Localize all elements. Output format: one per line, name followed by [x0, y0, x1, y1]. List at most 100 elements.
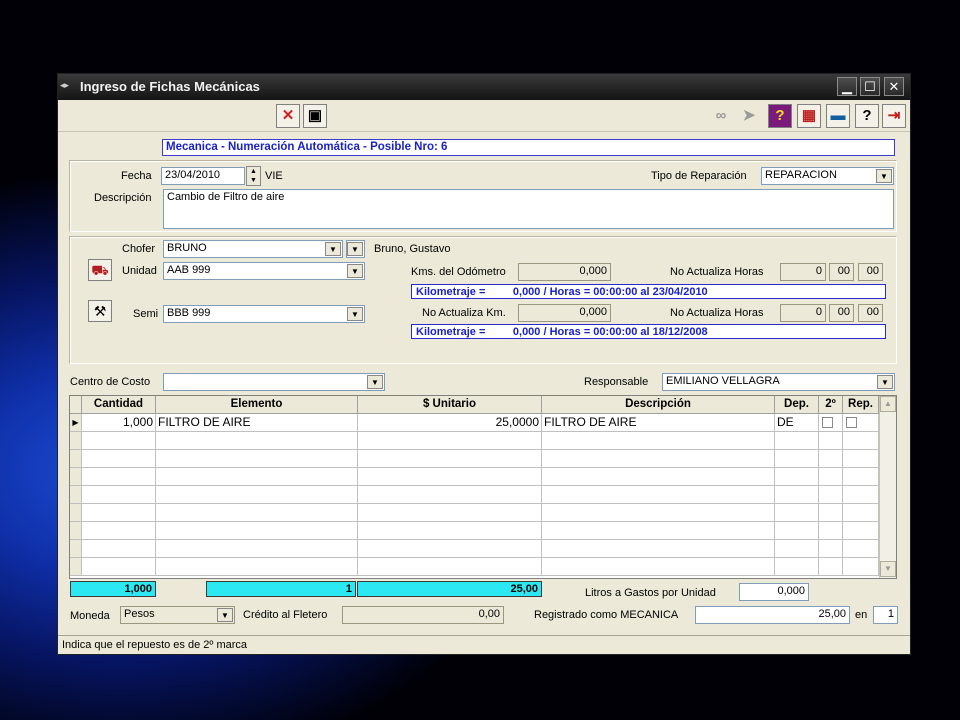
empty-grid-cell[interactable]	[775, 468, 819, 486]
empty-grid-cell[interactable]	[843, 522, 879, 540]
empty-grid-cell[interactable]	[819, 432, 843, 450]
calculator-button[interactable]: ▬	[826, 104, 850, 128]
empty-grid-cell[interactable]	[819, 540, 843, 558]
empty-grid-cell[interactable]	[775, 432, 819, 450]
cell-cantidad[interactable]: 1,000	[82, 414, 156, 432]
empty-grid-cell[interactable]	[542, 540, 775, 558]
horas-semi-m[interactable]: 00	[829, 304, 854, 322]
empty-grid-cell[interactable]	[819, 558, 843, 576]
save-button[interactable]: ▣	[303, 104, 327, 128]
empty-grid-cell[interactable]	[775, 486, 819, 504]
empty-grid-cell[interactable]	[819, 486, 843, 504]
empty-grid-cell[interactable]	[358, 504, 542, 522]
chofer-select[interactable]: BRUNO ▼	[163, 240, 343, 258]
descripcion-input[interactable]: Cambio de Filtro de aire	[163, 189, 894, 229]
rep-checkbox[interactable]	[846, 417, 857, 428]
empty-grid-cell[interactable]	[843, 486, 879, 504]
segunda-marca-checkbox[interactable]	[822, 417, 833, 428]
scroll-up-icon[interactable]: ▲	[880, 396, 896, 412]
minimize-button[interactable]: ▁	[837, 77, 857, 96]
semi-select[interactable]: BBB 999 ▼	[163, 305, 365, 323]
navigate-button[interactable]: ➤	[737, 104, 761, 128]
title-bar[interactable]: ◂▸ Ingreso de Fichas Mecánicas ▁ ☐ ✕	[58, 74, 910, 100]
cell-unitario[interactable]: 25,0000	[358, 414, 542, 432]
empty-grid-cell[interactable]	[843, 468, 879, 486]
empty-grid-cell[interactable]	[819, 504, 843, 522]
empty-grid-cell[interactable]	[775, 540, 819, 558]
empty-grid-cell[interactable]	[82, 468, 156, 486]
fecha-input[interactable]: 23/04/2010	[161, 167, 245, 185]
empty-grid-cell[interactable]	[156, 486, 358, 504]
horas-semi-s[interactable]: 00	[858, 304, 883, 322]
empty-grid-cell[interactable]	[843, 450, 879, 468]
empty-grid-cell[interactable]	[542, 450, 775, 468]
empty-grid-cell[interactable]	[156, 522, 358, 540]
chofer-extra-select[interactable]: ▼	[346, 240, 365, 258]
empty-grid-cell[interactable]	[156, 558, 358, 576]
empty-grid-cell[interactable]	[82, 522, 156, 540]
litros-input[interactable]: 0,000	[739, 583, 809, 601]
cell-descripcion[interactable]: FILTRO DE AIRE	[542, 414, 775, 432]
scroll-down-icon[interactable]: ▼	[880, 561, 896, 577]
empty-grid-cell[interactable]	[843, 432, 879, 450]
no-actualiza-km-field[interactable]: 0,000	[518, 304, 611, 322]
responsable-select[interactable]: EMILIANO VELLAGRA ▼	[662, 373, 895, 391]
fecha-spinner[interactable]: ▲ ▼	[246, 166, 261, 186]
column-header-dep[interactable]: Dep.	[775, 396, 819, 414]
context-help-button[interactable]: ?	[855, 104, 879, 128]
empty-grid-cell[interactable]	[542, 486, 775, 504]
tipo-reparacion-select[interactable]: REPARACION ▼	[761, 167, 894, 185]
search-button[interactable]: ∞	[709, 104, 733, 128]
kms-odometro-field[interactable]: 0,000	[518, 263, 611, 281]
horas-unidad-s[interactable]: 00	[858, 263, 883, 281]
column-header-cantidad[interactable]: Cantidad	[82, 396, 156, 414]
column-header-segunda-marca[interactable]: 2º	[819, 396, 843, 414]
empty-grid-cell[interactable]	[82, 450, 156, 468]
empty-grid-cell[interactable]	[775, 450, 819, 468]
cell-dep[interactable]: DE	[775, 414, 819, 432]
en-field[interactable]: 1	[873, 606, 898, 624]
horas-unidad-h[interactable]: 0	[780, 263, 826, 281]
empty-grid-cell[interactable]	[819, 522, 843, 540]
horas-unidad-m[interactable]: 00	[829, 263, 854, 281]
centro-costo-select[interactable]: ▼	[163, 373, 385, 391]
grid-scrollbar[interactable]: ▲ ▼	[879, 396, 896, 578]
empty-grid-cell[interactable]	[542, 432, 775, 450]
empty-grid-cell[interactable]	[775, 522, 819, 540]
unidad-lookup-button[interactable]: ⛟	[88, 259, 112, 281]
registrado-field[interactable]: 25,00	[695, 606, 850, 624]
empty-grid-cell[interactable]	[82, 540, 156, 558]
exit-button[interactable]: ⇥	[882, 104, 906, 128]
layout-button[interactable]: ▦	[797, 104, 821, 128]
empty-grid-cell[interactable]	[819, 450, 843, 468]
empty-grid-cell[interactable]	[358, 522, 542, 540]
column-header-elemento[interactable]: Elemento	[156, 396, 358, 414]
empty-grid-cell[interactable]	[82, 486, 156, 504]
empty-grid-cell[interactable]	[358, 486, 542, 504]
empty-grid-cell[interactable]	[358, 540, 542, 558]
empty-grid-cell[interactable]	[775, 558, 819, 576]
empty-grid-cell[interactable]	[542, 468, 775, 486]
empty-grid-cell[interactable]	[843, 504, 879, 522]
empty-grid-cell[interactable]	[82, 558, 156, 576]
empty-grid-cell[interactable]	[358, 468, 542, 486]
empty-grid-cell[interactable]	[156, 450, 358, 468]
unidad-select[interactable]: AAB 999 ▼	[163, 262, 365, 280]
empty-grid-cell[interactable]	[156, 504, 358, 522]
empty-grid-cell[interactable]	[542, 558, 775, 576]
credito-fletero-field[interactable]: 0,00	[342, 606, 504, 624]
empty-grid-cell[interactable]	[82, 504, 156, 522]
empty-grid-cell[interactable]	[542, 522, 775, 540]
empty-grid-cell[interactable]	[843, 558, 879, 576]
empty-grid-cell[interactable]	[156, 432, 358, 450]
empty-grid-cell[interactable]	[775, 504, 819, 522]
empty-grid-cell[interactable]	[843, 540, 879, 558]
empty-grid-cell[interactable]	[156, 468, 358, 486]
close-window-button[interactable]: ✕	[884, 77, 904, 96]
empty-grid-cell[interactable]	[358, 558, 542, 576]
moneda-select[interactable]: Pesos ▼	[120, 606, 235, 624]
cancel-button[interactable]: ✕	[276, 104, 300, 128]
empty-grid-cell[interactable]	[156, 540, 358, 558]
empty-grid-cell[interactable]	[82, 432, 156, 450]
semi-lookup-button[interactable]: ⚒	[88, 300, 112, 322]
